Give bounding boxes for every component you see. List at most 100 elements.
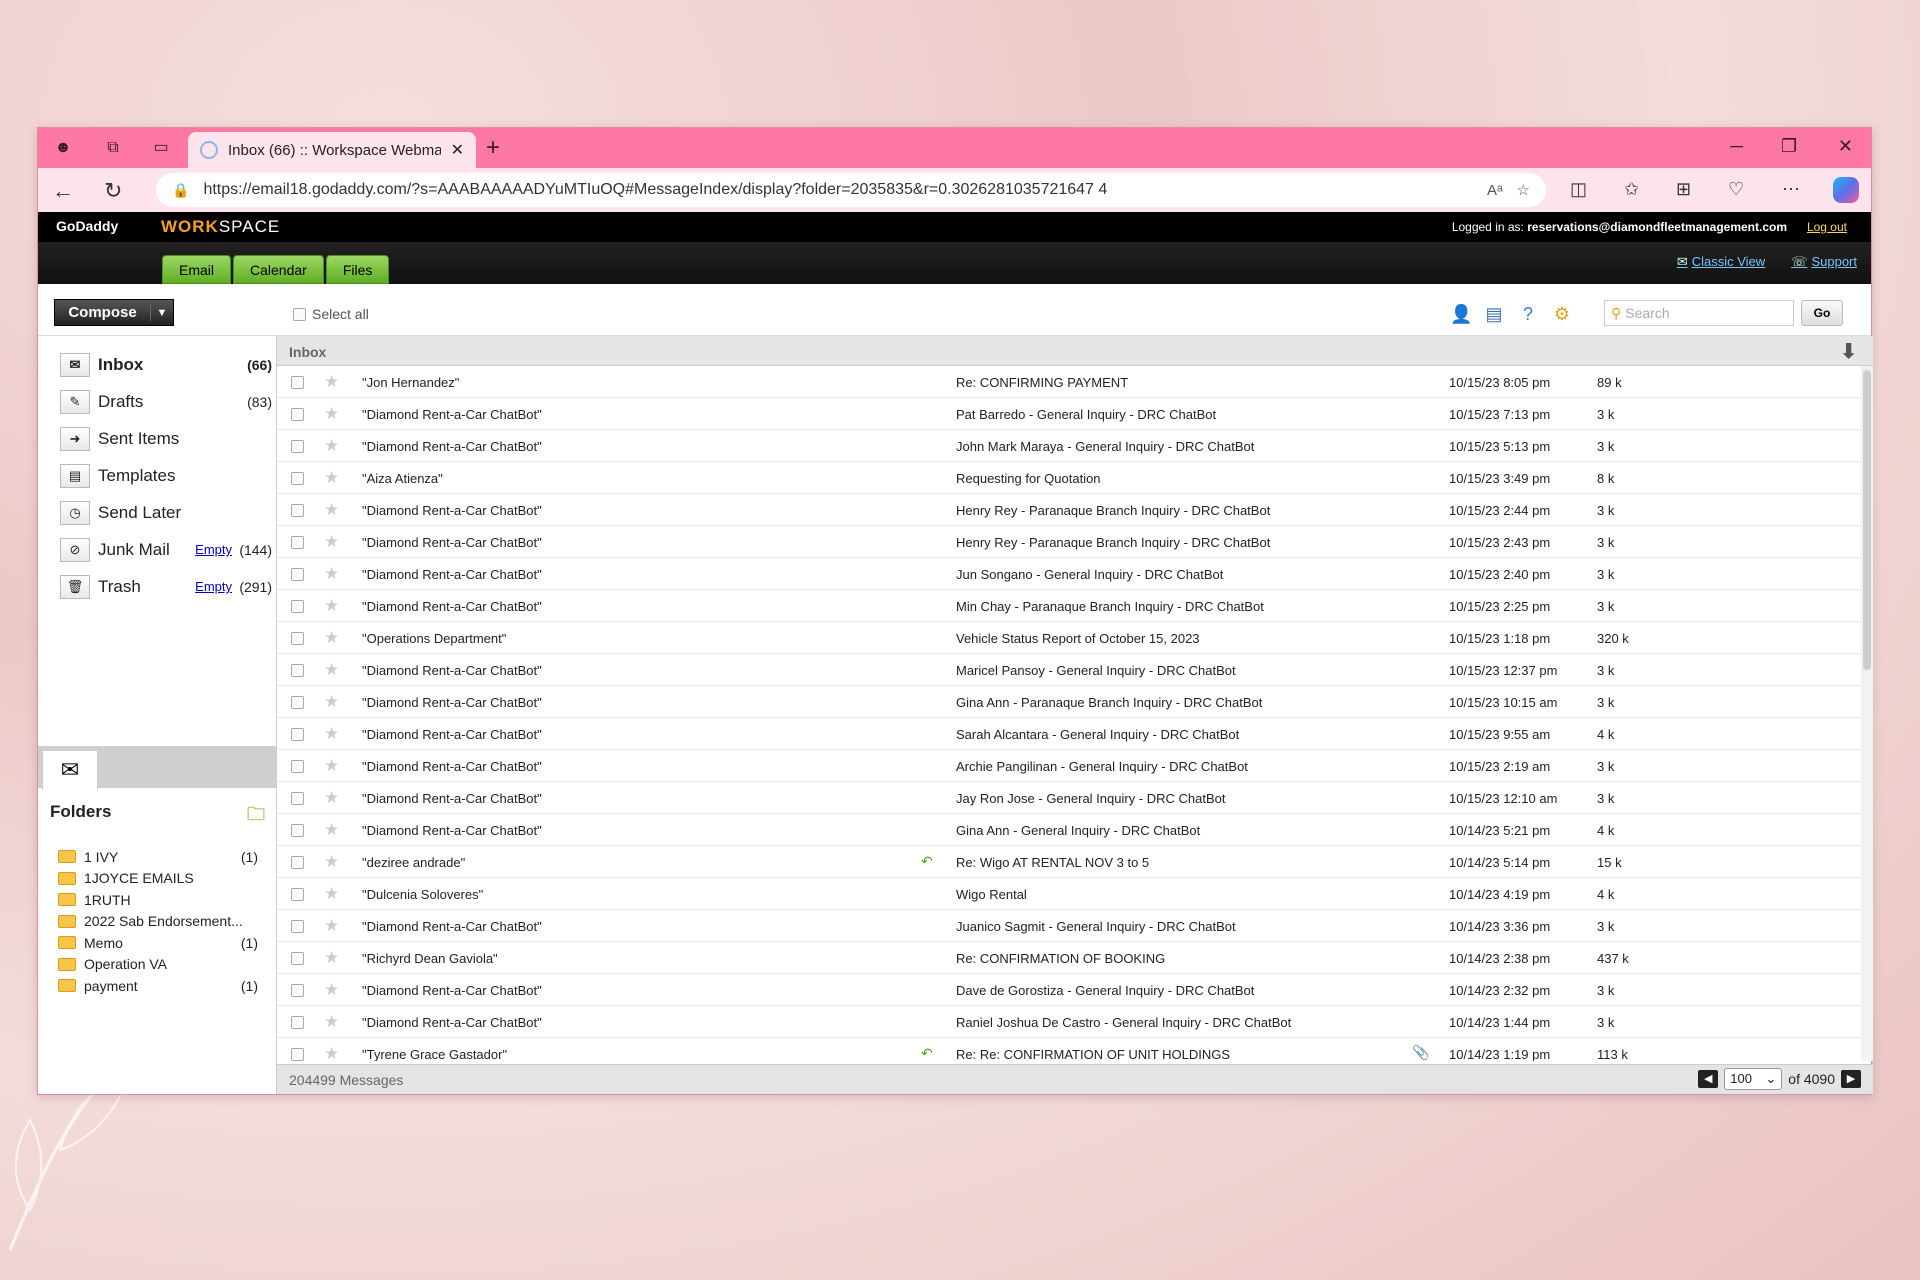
- sidebar-item-trash[interactable]: 🗑 Trash Empty (291): [38, 568, 276, 605]
- sidebar-item-send-later[interactable]: ◷ Send Later: [38, 494, 276, 531]
- star-icon[interactable]: ★: [324, 436, 339, 456]
- next-page-button[interactable]: ▶: [1841, 1070, 1861, 1088]
- tab-inbox[interactable]: Inbox (66) :: Workspace Webmail ✕: [188, 132, 476, 168]
- table-row[interactable]: ★ "Diamond Rent-a-Car ChatBot" Gina Ann - …: [277, 814, 1861, 846]
- star-icon[interactable]: ★: [324, 916, 339, 936]
- message-subject[interactable]: Re: CONFIRMING PAYMENT: [956, 375, 1128, 390]
- message-subject[interactable]: Henry Rey - Paranaque Branch Inquiry - D…: [956, 535, 1270, 550]
- star-icon[interactable]: ★: [324, 628, 339, 648]
- table-row[interactable]: ★ "Diamond Rent-a-Car ChatBot" Pat Barredo…: [277, 398, 1861, 430]
- message-subject[interactable]: Pat Barredo - General Inquiry - DRC Chat…: [956, 407, 1216, 422]
- folder-item[interactable]: 1JOYCE EMAILS: [58, 868, 258, 890]
- table-row[interactable]: ★ "Diamond Rent-a-Car ChatBot" Gina Ann - …: [277, 686, 1861, 718]
- star-icon[interactable]: ★: [324, 724, 339, 744]
- compose-dropdown-icon[interactable]: ▼: [151, 307, 173, 319]
- empty-folder-link[interactable]: Empty: [195, 542, 232, 557]
- star-icon[interactable]: ★: [324, 500, 339, 520]
- table-row[interactable]: ★ "Diamond Rent-a-Car ChatBot" Jun Songano…: [277, 558, 1861, 590]
- tab-calendar[interactable]: Calendar: [233, 255, 324, 284]
- message-subject[interactable]: Maricel Pansoy - General Inquiry - DRC C…: [956, 663, 1236, 678]
- star-icon[interactable]: ★: [324, 692, 339, 712]
- support-link[interactable]: ☏ Support: [1791, 254, 1857, 270]
- minimize-icon[interactable]: ─: [1730, 136, 1743, 157]
- table-row[interactable]: ★ "Diamond Rent-a-Car ChatBot" Min Chay - …: [277, 590, 1861, 622]
- message-subject[interactable]: Re: Re: CONFIRMATION OF UNIT HOLDINGS: [956, 1047, 1230, 1061]
- table-row[interactable]: ★ "Diamond Rent-a-Car ChatBot" Archie Pang…: [277, 750, 1861, 782]
- message-subject[interactable]: Re: Wigo AT RENTAL NOV 3 to 5: [956, 855, 1149, 870]
- sidebar-item-templates[interactable]: ▤ Templates: [38, 457, 276, 494]
- tab-actions-icon[interactable]: ▭: [150, 137, 172, 159]
- folder-item[interactable]: 2022 Sab Endorsement...: [58, 911, 258, 933]
- star-icon[interactable]: ★: [324, 948, 339, 968]
- select-all-checkbox[interactable]: [293, 307, 306, 321]
- tab-files[interactable]: Files: [325, 255, 390, 284]
- row-checkbox[interactable]: [291, 440, 304, 453]
- close-window-icon[interactable]: ✕: [1838, 136, 1853, 157]
- star-icon[interactable]: ★: [324, 596, 339, 616]
- collections-icon[interactable]: ⊞: [1676, 179, 1691, 200]
- sidebar-item-sent-items[interactable]: ➜ Sent Items: [38, 420, 276, 457]
- download-icon[interactable]: ⬇: [1840, 339, 1857, 364]
- workspaces-icon[interactable]: ⧉: [102, 137, 124, 159]
- row-checkbox[interactable]: [291, 856, 304, 869]
- row-checkbox[interactable]: [291, 760, 304, 773]
- tab-email[interactable]: Email: [162, 255, 232, 284]
- star-icon[interactable]: ★: [324, 468, 339, 488]
- compose-button[interactable]: Compose ▼: [54, 299, 174, 326]
- table-row[interactable]: ★ "Diamond Rent-a-Car ChatBot" Juanico Sag…: [277, 910, 1861, 942]
- row-checkbox[interactable]: [291, 952, 304, 965]
- star-icon[interactable]: ★: [324, 1012, 339, 1032]
- table-row[interactable]: ★ "Diamond Rent-a-Car ChatBot" Dave de Gor…: [277, 974, 1861, 1006]
- star-icon[interactable]: ★: [324, 372, 339, 392]
- message-subject[interactable]: Gina Ann - General Inquiry - DRC ChatBot: [956, 823, 1200, 838]
- folder-item[interactable]: 1 IVY (1): [58, 846, 258, 868]
- favorites-icon[interactable]: ✩: [1624, 179, 1639, 200]
- message-subject[interactable]: Henry Rey - Paranaque Branch Inquiry - D…: [956, 503, 1270, 518]
- row-checkbox[interactable]: [291, 696, 304, 709]
- table-row[interactable]: ★ "Diamond Rent-a-Car ChatBot" Sarah Alcan…: [277, 718, 1861, 750]
- table-row[interactable]: ★ "deziree andrade" ↶ Re: Wigo AT RENTAL NO…: [277, 846, 1861, 878]
- row-checkbox[interactable]: [291, 632, 304, 645]
- folder-item[interactable]: Operation VA: [58, 954, 258, 976]
- message-subject[interactable]: Re: CONFIRMATION OF BOOKING: [956, 951, 1165, 966]
- message-subject[interactable]: Dave de Gorostiza - General Inquiry - DR…: [956, 983, 1254, 998]
- row-checkbox[interactable]: [291, 984, 304, 997]
- url-text[interactable]: https://email18.godaddy.com/?s=AAABAAAAA…: [203, 181, 1473, 199]
- table-row[interactable]: ★ "Tyrene Grace Gastador" ↶ Re: Re: CONFIRM…: [277, 1038, 1861, 1061]
- message-subject[interactable]: Raniel Joshua De Castro - General Inquir…: [956, 1015, 1291, 1030]
- table-row[interactable]: ★ "Diamond Rent-a-Car ChatBot" Henry Rey -…: [277, 526, 1861, 558]
- search-input[interactable]: ⚲ Search: [1604, 300, 1794, 326]
- row-checkbox[interactable]: [291, 376, 304, 389]
- star-icon[interactable]: ★: [324, 852, 339, 872]
- table-row[interactable]: ★ "Richyrd Dean Gaviola" Re: CONFIRMATION …: [277, 942, 1861, 974]
- row-checkbox[interactable]: [291, 568, 304, 581]
- star-icon[interactable]: ★: [324, 820, 339, 840]
- row-checkbox[interactable]: [291, 920, 304, 933]
- folder-item[interactable]: Memo (1): [58, 932, 258, 954]
- profile-icon[interactable]: ☻: [52, 137, 74, 159]
- row-checkbox[interactable]: [291, 472, 304, 485]
- star-icon[interactable]: ★: [324, 884, 339, 904]
- lock-icon[interactable]: 🔒: [172, 182, 189, 199]
- prev-page-button[interactable]: ◀: [1698, 1070, 1719, 1088]
- classic-view-link[interactable]: ✉ Classic View: [1677, 254, 1765, 270]
- list-scrollbar[interactable]: [1861, 366, 1873, 1061]
- star-icon[interactable]: ★: [324, 788, 339, 808]
- row-checkbox[interactable]: [291, 1016, 304, 1029]
- folder-item[interactable]: 1RUTH: [58, 889, 258, 911]
- browser-essentials-icon[interactable]: ♡: [1728, 179, 1744, 200]
- row-checkbox[interactable]: [291, 664, 304, 677]
- copilot-icon[interactable]: [1833, 177, 1859, 203]
- layout-icon[interactable]: ▤: [1484, 304, 1504, 325]
- more-menu-icon[interactable]: ⋯: [1782, 179, 1800, 200]
- message-subject[interactable]: John Mark Maraya - General Inquiry - DRC…: [956, 439, 1254, 454]
- star-icon[interactable]: ★: [324, 1044, 339, 1061]
- sidebar-item-inbox[interactable]: ✉ Inbox (66): [38, 346, 276, 383]
- star-icon[interactable]: ★: [324, 660, 339, 680]
- message-subject[interactable]: Requesting for Quotation: [956, 471, 1101, 486]
- table-row[interactable]: ★ "Diamond Rent-a-Car ChatBot" Henry Rey -…: [277, 494, 1861, 526]
- go-button[interactable]: Go: [1801, 300, 1843, 326]
- help-icon[interactable]: ?: [1518, 304, 1538, 325]
- row-checkbox[interactable]: [291, 536, 304, 549]
- star-icon[interactable]: ★: [324, 564, 339, 584]
